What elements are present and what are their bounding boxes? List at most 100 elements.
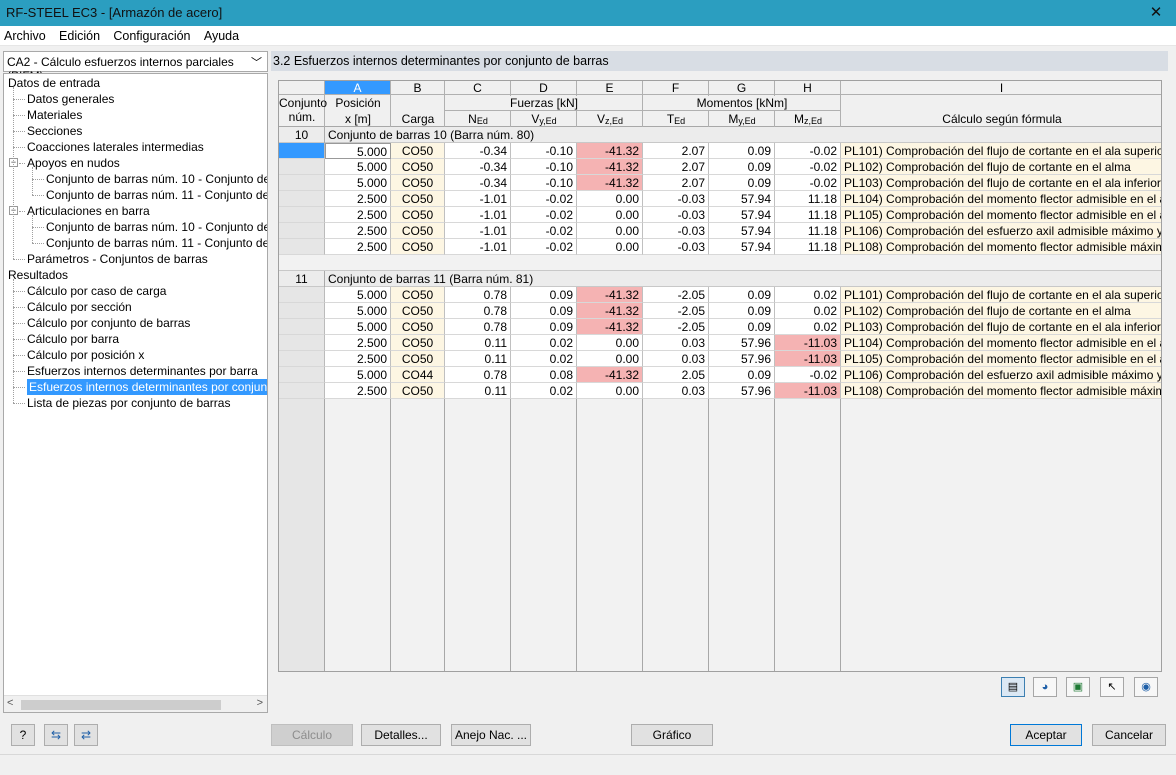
table-row[interactable]: 5.000 CO50 0.78 0.09 -41.32 -2.05 0.09 0.02 PL10… bbox=[279, 303, 1161, 319]
cell-x[interactable]: 2.500 bbox=[325, 239, 391, 255]
export-icon[interactable]: ⇄ bbox=[74, 724, 98, 746]
cell-load[interactable]: CO50 bbox=[391, 207, 445, 223]
cell-x[interactable]: 2.500 bbox=[325, 207, 391, 223]
cell-my[interactable]: 0.09 bbox=[709, 367, 775, 383]
cell-x[interactable]: 5.000 bbox=[325, 287, 391, 303]
cell-t[interactable]: -2.05 bbox=[643, 287, 709, 303]
tree-item-supports[interactable]: Apoyos en nudos bbox=[27, 155, 120, 171]
column-letter[interactable]: E bbox=[577, 81, 643, 95]
table-row[interactable]: 2.500 CO50 0.11 0.02 0.00 0.03 57.96 -11.03 PL10… bbox=[279, 335, 1161, 351]
cell-load[interactable]: CO50 bbox=[391, 191, 445, 207]
cell-n[interactable]: -1.01 bbox=[445, 207, 511, 223]
cell-x[interactable]: 5.000 bbox=[325, 159, 391, 175]
cell-x[interactable]: 5.000 bbox=[325, 175, 391, 191]
cell-n[interactable]: -0.34 bbox=[445, 143, 511, 159]
close-icon[interactable]: ✕ bbox=[1136, 0, 1176, 26]
cell-formula[interactable]: PL108) Comprobación del momento flector … bbox=[841, 383, 1161, 399]
cell-x[interactable]: 5.000 bbox=[325, 367, 391, 383]
tree-item-params[interactable]: Parámetros - Conjuntos de barras bbox=[27, 251, 208, 267]
help-icon[interactable]: ? bbox=[11, 724, 35, 746]
table-row[interactable]: 2.500 CO50 -1.01 -0.02 0.00 -0.03 57.94 11.18 PL… bbox=[279, 223, 1161, 239]
cell-t[interactable]: 2.07 bbox=[643, 159, 709, 175]
cell-mz[interactable]: 11.18 bbox=[775, 207, 841, 223]
tree-item-hinges[interactable]: Articulaciones en barra bbox=[27, 203, 150, 219]
tree-item-result[interactable]: Cálculo por caso de carga bbox=[27, 283, 166, 299]
menu-edicion[interactable]: Edición bbox=[55, 26, 104, 43]
column-letter[interactable]: D bbox=[511, 81, 577, 95]
cell-load[interactable]: CO50 bbox=[391, 239, 445, 255]
cell-vy[interactable]: 0.09 bbox=[511, 303, 577, 319]
cell-vz[interactable]: -41.32 bbox=[577, 303, 643, 319]
cell-num[interactable] bbox=[279, 335, 325, 351]
cell-my[interactable]: 0.09 bbox=[709, 175, 775, 191]
cell-vy[interactable]: -0.02 bbox=[511, 207, 577, 223]
cell-load[interactable]: CO50 bbox=[391, 335, 445, 351]
cell-t[interactable]: 0.03 bbox=[643, 383, 709, 399]
cell-formula[interactable]: PL101) Comprobación del flujo de cortant… bbox=[841, 143, 1161, 159]
column-letter[interactable]: A bbox=[325, 81, 391, 95]
cell-formula[interactable]: PL105) Comprobación del momento flector … bbox=[841, 207, 1161, 223]
cell-vy[interactable]: 0.02 bbox=[511, 351, 577, 367]
cell-formula[interactable]: PL104) Comprobación del momento flector … bbox=[841, 191, 1161, 207]
tree-item-hinge[interactable]: Conjunto de barras núm. 10 - Conjunto de… bbox=[46, 219, 267, 235]
cell-load[interactable]: CO50 bbox=[391, 287, 445, 303]
excel-export-icon[interactable]: ▣ bbox=[1066, 677, 1090, 697]
cell-num[interactable] bbox=[279, 223, 325, 239]
cell-num[interactable] bbox=[279, 367, 325, 383]
cell-n[interactable]: 0.78 bbox=[445, 287, 511, 303]
cell-my[interactable]: 0.09 bbox=[709, 143, 775, 159]
cell-my[interactable]: 0.09 bbox=[709, 159, 775, 175]
cell-formula[interactable]: PL104) Comprobación del momento flector … bbox=[841, 335, 1161, 351]
cell-num[interactable] bbox=[279, 319, 325, 335]
cell-load[interactable]: CO50 bbox=[391, 223, 445, 239]
cell-x[interactable]: 2.500 bbox=[325, 383, 391, 399]
cell-t[interactable]: 0.03 bbox=[643, 335, 709, 351]
cell-num[interactable] bbox=[279, 175, 325, 191]
cell-vz[interactable]: -41.32 bbox=[577, 143, 643, 159]
cell-n[interactable]: 0.78 bbox=[445, 367, 511, 383]
tree-item-result[interactable]: Lista de piezas por conjunto de barras bbox=[27, 395, 230, 411]
cell-n[interactable]: 0.78 bbox=[445, 303, 511, 319]
cell-n[interactable]: -1.01 bbox=[445, 191, 511, 207]
cell-vz[interactable]: 0.00 bbox=[577, 223, 643, 239]
cell-t[interactable]: 2.07 bbox=[643, 143, 709, 159]
table-row[interactable]: 5.000 CO50 -0.34 -0.10 -41.32 2.07 0.09 -0.02 PL… bbox=[279, 159, 1161, 175]
table-row[interactable]: 5.000 CO50 -0.34 -0.10 -41.32 2.07 0.09 -0.02 PL… bbox=[279, 175, 1161, 191]
tree-item-result[interactable]: Esfuerzos internos determinantes por con… bbox=[27, 379, 267, 395]
cell-n[interactable]: 0.78 bbox=[445, 319, 511, 335]
cell-x[interactable]: 5.000 bbox=[325, 319, 391, 335]
tree-item-hinge[interactable]: Conjunto de barras núm. 11 - Conjunto de… bbox=[46, 235, 267, 251]
cell-load[interactable]: CO50 bbox=[391, 303, 445, 319]
cell-num[interactable] bbox=[279, 287, 325, 303]
cell-vz[interactable]: -41.32 bbox=[577, 175, 643, 191]
graphic-button[interactable]: Gráfico bbox=[631, 724, 713, 746]
group-header-row[interactable]: 10 Conjunto de barras 10 (Barra núm. 80) bbox=[279, 127, 1161, 143]
menu-ayuda[interactable]: Ayuda bbox=[200, 26, 243, 43]
cell-formula[interactable]: PL102) Comprobación del flujo de cortant… bbox=[841, 159, 1161, 175]
cell-formula[interactable]: PL103) Comprobación del flujo de cortant… bbox=[841, 319, 1161, 335]
cell-my[interactable]: 0.09 bbox=[709, 287, 775, 303]
cell-n[interactable]: 0.11 bbox=[445, 383, 511, 399]
case-selector[interactable]: CA2 - Cálculo esfuerzos internos parcial… bbox=[3, 51, 268, 83]
tree-item-input[interactable]: Datos generales bbox=[27, 91, 114, 107]
cell-n[interactable]: -0.34 bbox=[445, 159, 511, 175]
cell-t[interactable]: -0.03 bbox=[643, 239, 709, 255]
cell-mz[interactable]: -0.02 bbox=[775, 143, 841, 159]
column-letter[interactable]: C bbox=[445, 81, 511, 95]
cell-load[interactable]: CO50 bbox=[391, 351, 445, 367]
cell-num[interactable] bbox=[279, 383, 325, 399]
menu-archivo[interactable]: Archivo bbox=[0, 26, 50, 43]
cell-n[interactable]: -0.34 bbox=[445, 175, 511, 191]
cell-num[interactable] bbox=[279, 239, 325, 255]
cell-vz[interactable]: -41.32 bbox=[577, 367, 643, 383]
cell-my[interactable]: 57.96 bbox=[709, 383, 775, 399]
cell-mz[interactable]: -11.03 bbox=[775, 383, 841, 399]
tree-item-result[interactable]: Cálculo por conjunto de barras bbox=[27, 315, 190, 331]
cell-n[interactable]: -1.01 bbox=[445, 239, 511, 255]
table-row[interactable]: 5.000 CO50 -0.34 -0.10 -41.32 2.07 0.09 -0.02 PL… bbox=[279, 143, 1161, 159]
table-row[interactable]: 5.000 CO50 0.78 0.09 -41.32 -2.05 0.09 0.02 PL10… bbox=[279, 319, 1161, 335]
cell-formula[interactable]: PL102) Comprobación del flujo de cortant… bbox=[841, 303, 1161, 319]
cell-vz[interactable]: -41.32 bbox=[577, 159, 643, 175]
cell-mz[interactable]: 0.02 bbox=[775, 287, 841, 303]
cell-vz[interactable]: 0.00 bbox=[577, 351, 643, 367]
